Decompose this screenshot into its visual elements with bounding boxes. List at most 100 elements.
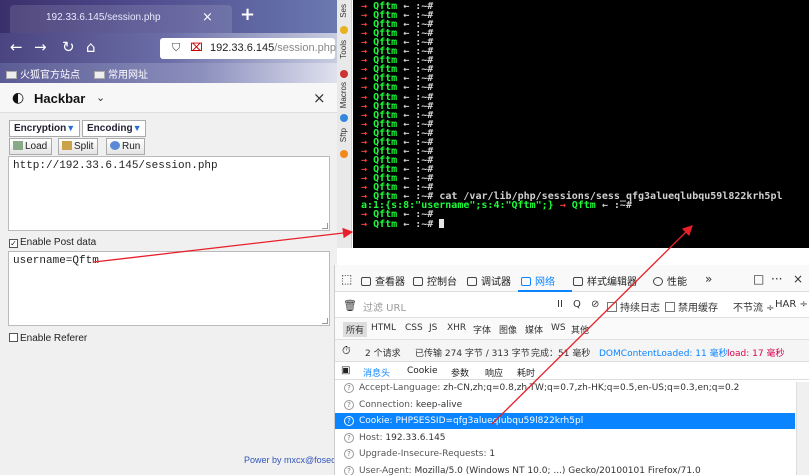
help-icon[interactable]: ? xyxy=(344,416,354,426)
checkbox-unchecked-icon[interactable] xyxy=(9,333,18,342)
header-row-selected[interactable]: ? Cookie: PHPSESSID=qfg3alueqlubqu59l822k… xyxy=(335,413,795,429)
cursor-block xyxy=(439,219,445,229)
tab-close-icon[interactable]: × xyxy=(202,10,213,25)
close-devtools-icon[interactable]: × xyxy=(793,272,803,286)
trash-icon[interactable]: 🗑 xyxy=(343,299,357,312)
panel-toggle-icon[interactable]: ▣ xyxy=(341,365,350,376)
bookmark-official[interactable]: 火狐官方站点 xyxy=(6,66,80,81)
url-textarea[interactable]: http://192.33.6.145/session.php xyxy=(8,156,330,231)
subtab-cookie[interactable]: Cookie xyxy=(407,366,438,376)
type-media[interactable]: 媒体 xyxy=(525,323,543,336)
tab-network[interactable]: 网络 xyxy=(521,273,555,288)
split-button[interactable]: Split xyxy=(58,138,99,155)
pick-element-icon[interactable]: ⬚ xyxy=(341,272,352,286)
type-all[interactable]: 所有 xyxy=(343,322,368,337)
insecure-lock-icon[interactable]: ⌧ xyxy=(190,41,203,54)
network-icon xyxy=(521,277,531,286)
forward-arrow-icon[interactable]: → xyxy=(34,38,47,56)
encoding-dropdown[interactable]: Encoding▼ xyxy=(82,120,147,137)
type-fonts[interactable]: 字体 xyxy=(473,323,491,336)
post-data-textarea[interactable]: username=Qftm xyxy=(8,251,330,326)
macros-icon[interactable] xyxy=(340,114,348,122)
help-icon[interactable]: ? xyxy=(344,432,354,443)
headers-scrollbar[interactable] xyxy=(796,382,809,475)
throttle-select[interactable]: 不节流 ÷ xyxy=(733,299,775,314)
terminal-prompt-line: → Qftm ← :~# xyxy=(361,210,433,220)
browser-tab[interactable]: 192.33.6.145/session.php × xyxy=(10,5,232,33)
chevron-down-icon[interactable]: ⌄ xyxy=(96,91,105,104)
tab-console[interactable]: 控制台 xyxy=(413,273,457,288)
header-key: Accept-Language: xyxy=(359,383,441,393)
close-icon[interactable]: × xyxy=(313,89,326,107)
search-icon[interactable]: Q xyxy=(573,299,581,310)
tools-icon[interactable] xyxy=(340,70,348,78)
home-icon[interactable]: ⌂ xyxy=(86,38,96,56)
side-label-sftp[interactable]: Sftp xyxy=(339,128,348,142)
block-icon[interactable]: ⊘ xyxy=(591,299,599,310)
tab-inspector[interactable]: 查看器 xyxy=(361,273,405,288)
subtab-timings[interactable]: 耗时 xyxy=(517,366,535,379)
url-host: 192.33.6.145 xyxy=(210,42,275,54)
shield-icon[interactable]: ⛉ xyxy=(172,41,180,55)
side-label-tools[interactable]: Tools xyxy=(339,40,348,59)
tab-performance[interactable]: 性能 xyxy=(653,273,687,288)
filter-url-input[interactable]: 过滤 URL xyxy=(363,299,406,314)
persist-log-checkbox[interactable]: 持续日志 xyxy=(607,299,660,314)
resize-grip-icon[interactable] xyxy=(322,318,328,324)
sftp-icon[interactable] xyxy=(340,150,348,158)
bookmark-label: 火狐官方站点 xyxy=(20,70,80,81)
tab-debugger[interactable]: 调试器 xyxy=(467,273,511,288)
new-tab-icon[interactable]: + xyxy=(240,4,255,25)
header-text: User-Agent: Mozilla/5.0 (Windows NT 10.0… xyxy=(359,466,701,475)
bookmark-label: 常用网址 xyxy=(108,70,148,81)
star-icon[interactable] xyxy=(340,26,348,34)
type-xhr[interactable]: XHR xyxy=(447,323,466,333)
header-key: Cookie: xyxy=(359,416,393,426)
subtab-headers[interactable]: 消息头 xyxy=(363,366,390,379)
subtab-response[interactable]: 响应 xyxy=(485,366,503,379)
header-row[interactable]: ? Host: 192.33.6.145 xyxy=(335,430,795,446)
type-ws[interactable]: WS xyxy=(551,323,566,333)
prompt-separator: ← :~# xyxy=(601,200,632,212)
hackbar-title[interactable]: Hackbar xyxy=(34,91,85,106)
pause-icon[interactable]: II xyxy=(557,299,563,310)
header-row[interactable]: ? Connection: keep-alive xyxy=(335,397,795,413)
more-tabs-icon[interactable]: » xyxy=(705,272,712,286)
type-css[interactable]: CSS xyxy=(405,323,423,333)
enable-referer-checkbox[interactable]: Enable Referer xyxy=(9,333,87,344)
console-icon xyxy=(413,277,423,286)
post-value: username=Qftm xyxy=(13,255,99,267)
type-html[interactable]: HTML xyxy=(371,323,396,333)
help-icon[interactable]: ? xyxy=(344,383,354,393)
type-js[interactable]: JS xyxy=(429,323,437,333)
run-button[interactable]: Run xyxy=(106,138,146,155)
side-label-macros[interactable]: Macros xyxy=(339,82,348,108)
type-other[interactable]: 其他 xyxy=(571,323,589,336)
enable-post-checkbox[interactable]: ✓ Enable Post data xyxy=(9,237,96,248)
header-row[interactable]: ? User-Agent: Mozilla/5.0 (Windows NT 10.… xyxy=(335,463,795,475)
terminal-window[interactable]: → Qftm ← :~# → Qftm ← :~# → Qftm ← :~# → Qf… xyxy=(353,0,809,248)
tab-style-editor[interactable]: 样式编辑器 xyxy=(573,273,637,288)
reload-icon[interactable]: ↻ xyxy=(62,38,75,56)
encryption-dropdown[interactable]: Encryption▼ xyxy=(9,120,81,137)
header-row[interactable]: ? Upgrade-Insecure-Requests: 1 xyxy=(335,446,795,462)
side-label-ses[interactable]: Ses xyxy=(339,4,348,18)
dock-icon[interactable]: □ xyxy=(753,272,764,286)
url-bar[interactable]: ⛉ ⌧ 192.33.6.145/session.php xyxy=(160,38,336,59)
folder-icon xyxy=(6,71,17,79)
bookmark-common[interactable]: 常用网址 xyxy=(94,66,148,81)
har-menu[interactable]: HAR ÷ xyxy=(775,299,808,310)
menu-icon[interactable]: ··· xyxy=(771,272,782,286)
back-arrow-icon[interactable]: ← xyxy=(10,38,23,56)
header-row[interactable]: ? Accept-Language: zh-CN,zh;q=0.8,zh-TW;q… xyxy=(335,380,795,396)
help-icon[interactable]: ? xyxy=(344,399,354,410)
checkbox-checked-icon[interactable]: ✓ xyxy=(9,239,18,248)
help-icon[interactable]: ? xyxy=(344,449,354,459)
resize-grip-icon[interactable] xyxy=(322,223,328,229)
load-button[interactable]: Load xyxy=(9,138,53,155)
help-icon[interactable]: ? xyxy=(344,465,354,475)
type-images[interactable]: 图像 xyxy=(499,323,517,336)
tab-bar: 192.33.6.145/session.php × + xyxy=(0,0,337,33)
disable-cache-checkbox[interactable]: 禁用缓存 xyxy=(665,299,718,314)
subtab-params[interactable]: 参数 xyxy=(451,366,469,379)
